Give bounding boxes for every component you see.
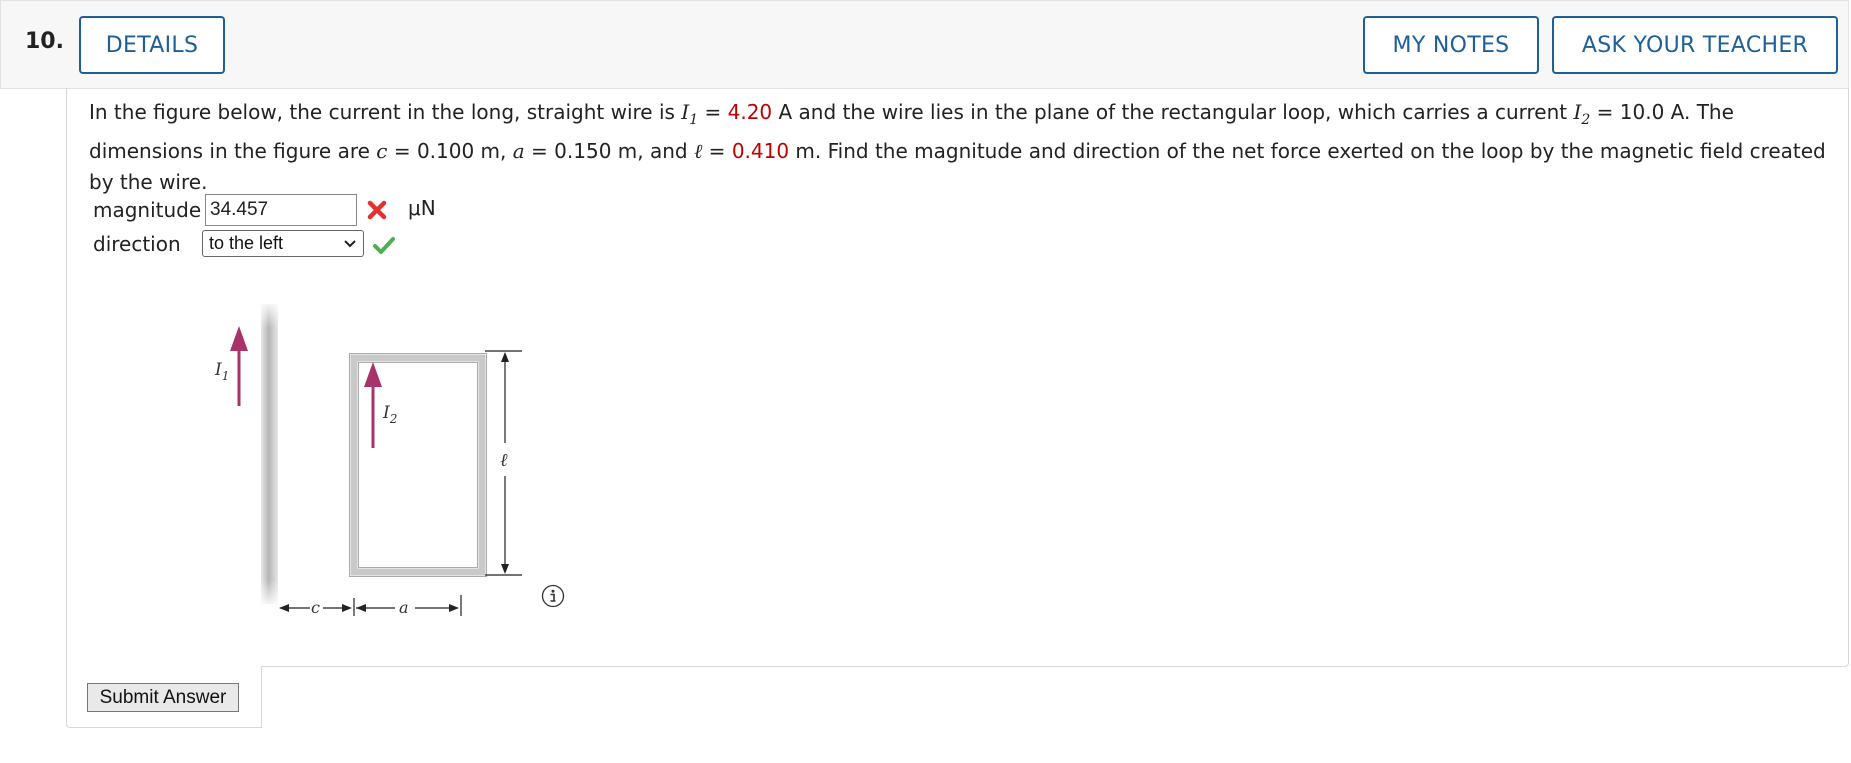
a-label: a xyxy=(399,598,409,616)
question-header: 10. DETAILS MY NOTES ASK YOUR TEACHER xyxy=(0,0,1849,89)
l-label: ℓ xyxy=(500,450,508,471)
problem-statement: In the figure below, the current in the … xyxy=(89,100,1826,194)
direction-selected-value: to the left xyxy=(209,233,284,253)
details-button[interactable]: DETAILS xyxy=(79,16,225,74)
c-label: c xyxy=(311,598,320,616)
straight-wire xyxy=(261,304,278,604)
i2-label: I2 xyxy=(382,403,397,426)
symbol-i1: I1 xyxy=(681,100,699,128)
submit-answer-button[interactable]: Submit Answer xyxy=(87,683,239,712)
symbol-c: c xyxy=(376,139,388,163)
symbol-i2: I2 xyxy=(1573,100,1591,128)
i1-label: I1 xyxy=(214,360,229,383)
symbol-a: a xyxy=(512,139,525,163)
direction-select[interactable]: to the left xyxy=(202,230,364,257)
magnitude-label: magnitude xyxy=(93,198,202,222)
unit-label: μN xyxy=(408,196,436,220)
chevron-down-icon xyxy=(344,240,356,248)
x-mark-icon xyxy=(367,200,387,220)
i1-value: 4.20 xyxy=(727,100,773,124)
checkmark-icon xyxy=(373,237,395,254)
ask-your-teacher-button[interactable]: ASK YOUR TEACHER xyxy=(1552,16,1838,74)
my-notes-button[interactable]: MY NOTES xyxy=(1363,16,1539,74)
figure-wire-loop: I1 I2 ℓ c a xyxy=(214,304,522,616)
info-icon[interactable] xyxy=(541,584,565,608)
direction-label: direction xyxy=(93,232,181,256)
l-value: 0.410 xyxy=(731,139,790,163)
magnitude-input[interactable] xyxy=(205,194,357,226)
question-number: 10. xyxy=(25,29,64,54)
i2-arrow xyxy=(364,362,382,448)
i1-arrow xyxy=(230,326,248,406)
